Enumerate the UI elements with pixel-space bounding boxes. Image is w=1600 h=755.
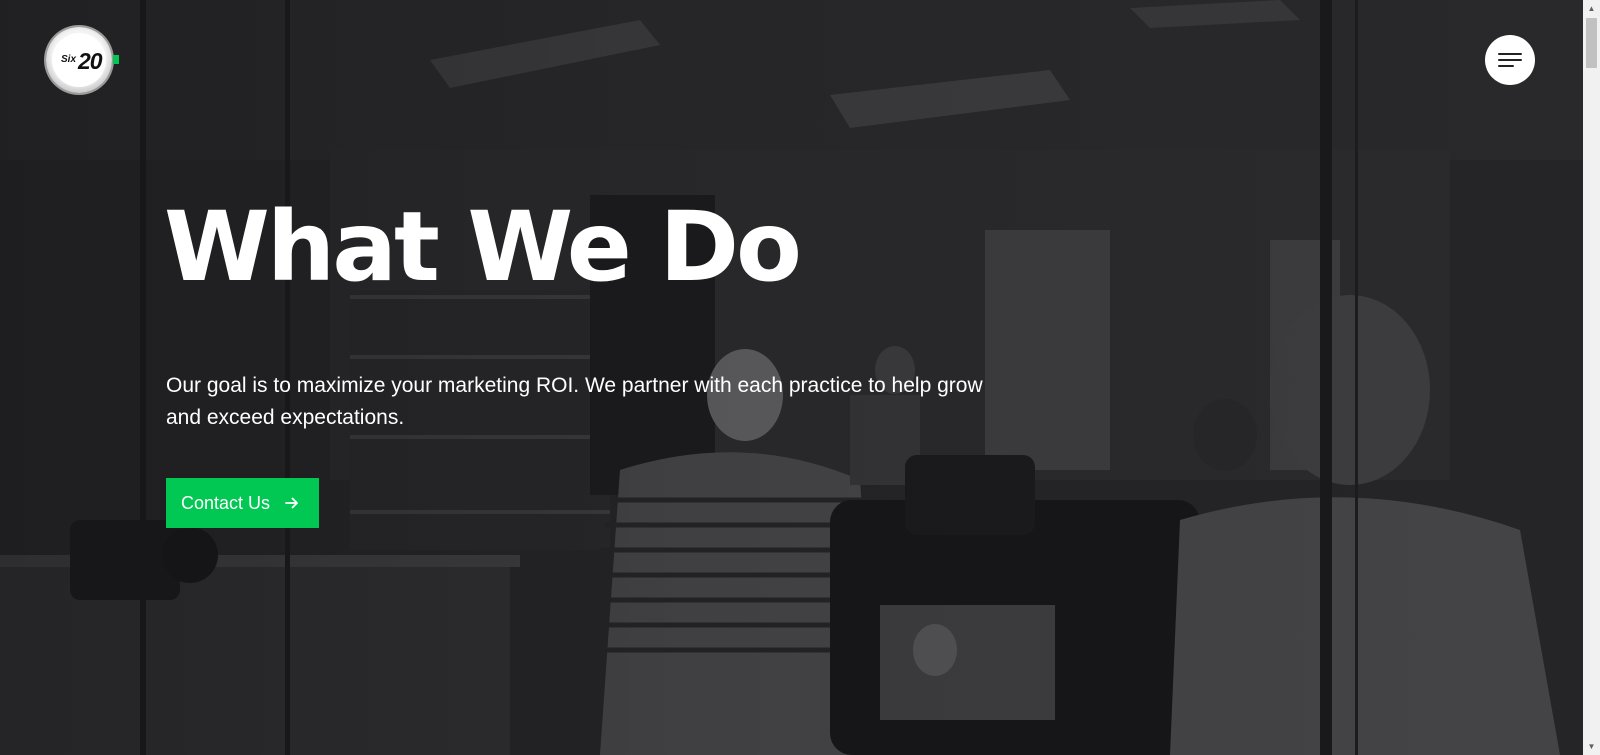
hero-section: Six 20 What We Do Our goal is to maximiz… xyxy=(0,0,1583,755)
contact-us-label: Contact Us xyxy=(181,492,271,513)
hero-description: Our goal is to maximize your marketing R… xyxy=(166,374,983,429)
scroll-down-arrow-icon[interactable]: ▼ xyxy=(1583,738,1600,755)
logo-text-six: Six xyxy=(61,54,77,65)
menu-button[interactable] xyxy=(1485,35,1535,85)
site-logo[interactable]: Six 20 xyxy=(46,27,112,93)
logo-badge: Six 20 xyxy=(52,33,106,87)
logo-text-number: 20 xyxy=(78,48,103,74)
scrollbar-thumb[interactable] xyxy=(1586,18,1597,68)
contact-us-button[interactable]: Contact Us xyxy=(166,478,319,528)
page-scrollbar[interactable]: ▲ ▼ xyxy=(1583,0,1600,755)
page-title: What We Do xyxy=(164,191,802,303)
scroll-up-arrow-icon[interactable]: ▲ xyxy=(1583,0,1600,17)
arrow-right-icon xyxy=(284,495,300,511)
logo-accent-mark xyxy=(113,55,119,64)
